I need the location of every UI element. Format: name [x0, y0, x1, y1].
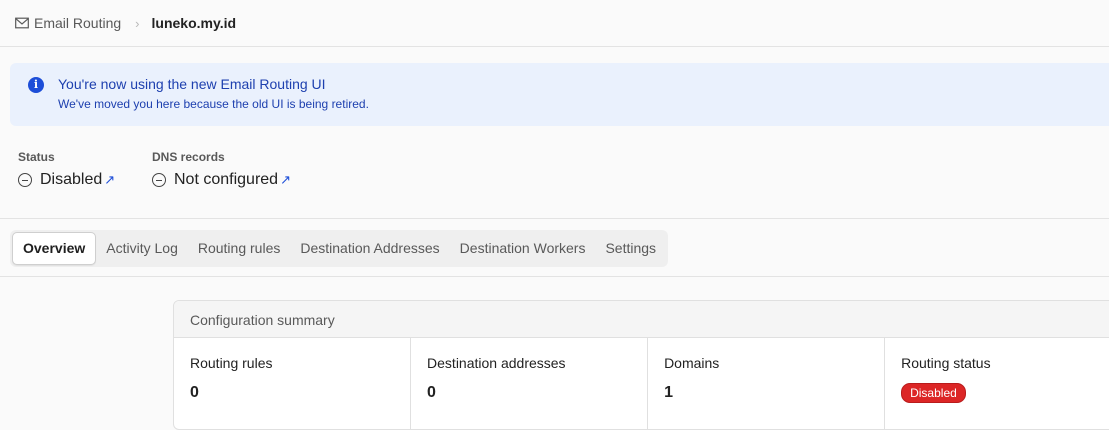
tab-destination-addresses[interactable]: Destination Addresses	[290, 232, 449, 265]
breadcrumb-current: luneko.my.id	[151, 15, 237, 31]
tab-settings[interactable]: Settings	[595, 232, 666, 265]
summary-label: Routing rules	[190, 355, 273, 371]
tab-bar: Overview Activity Log Routing rules Dest…	[10, 230, 669, 267]
summary-domains: Domains 1	[648, 338, 886, 429]
summary-value: 0	[427, 384, 436, 401]
summary-label: Destination addresses	[427, 355, 566, 371]
info-icon: i	[28, 77, 44, 93]
breadcrumb-root-label: Email Routing	[34, 15, 122, 31]
banner-description: We've moved you here because the old UI …	[58, 97, 369, 111]
info-banner: i You're now using the new Email Routing…	[10, 63, 1109, 126]
summary-value: 1	[664, 384, 673, 401]
summary-label: Routing status	[901, 355, 991, 371]
status-value-link[interactable]: Disabled ↗	[18, 171, 115, 189]
minus-circle-icon	[18, 173, 32, 187]
divider	[0, 276, 1109, 277]
summary-label: Domains	[664, 355, 720, 371]
dns-label: DNS records	[152, 150, 225, 164]
status-block: Status Disabled ↗	[18, 150, 115, 189]
card-title: Configuration summary	[174, 301, 1109, 338]
dns-block: DNS records Not configured ↗	[152, 150, 291, 189]
status-badge: Disabled	[901, 383, 966, 403]
breadcrumb-separator: ›	[135, 15, 140, 31]
external-link-icon: ↗	[280, 172, 291, 187]
breadcrumb-root-link[interactable]: Email Routing	[15, 15, 121, 31]
configuration-summary-card: Configuration summary Routing rules 0 De…	[173, 300, 1109, 430]
external-link-icon: ↗	[104, 172, 116, 187]
tab-routing-rules[interactable]: Routing rules	[188, 232, 291, 265]
envelope-icon	[15, 17, 29, 29]
summary-value: 0	[190, 384, 199, 401]
status-label: Status	[18, 150, 55, 164]
summary-routing-rules: Routing rules 0	[174, 338, 412, 429]
minus-circle-icon	[152, 173, 166, 187]
tab-destination-workers[interactable]: Destination Workers	[450, 232, 596, 265]
banner-title: You're now using the new Email Routing U…	[58, 76, 326, 92]
tab-activity-log[interactable]: Activity Log	[96, 232, 188, 265]
status-value: Disabled	[40, 171, 103, 188]
breadcrumb: Email Routing › luneko.my.id	[0, 0, 1109, 47]
dns-value-link[interactable]: Not configured ↗	[152, 171, 291, 189]
tab-overview[interactable]: Overview	[12, 232, 97, 265]
divider	[0, 218, 1109, 219]
summary-destination-addresses: Destination addresses 0	[411, 338, 649, 429]
summary-routing-status: Routing status Disabled	[885, 338, 1109, 429]
dns-value: Not configured	[174, 171, 279, 188]
